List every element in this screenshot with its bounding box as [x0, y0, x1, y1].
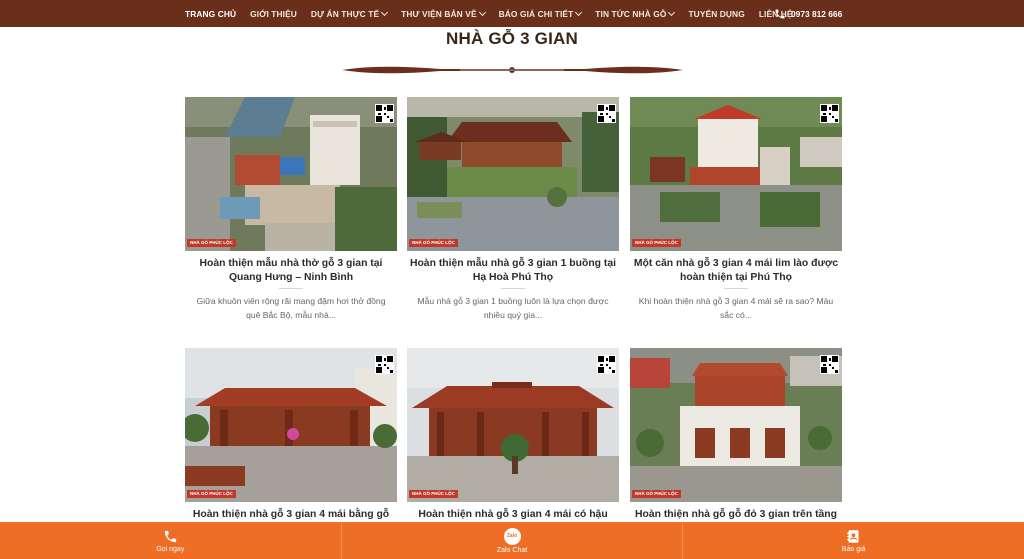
price-quote-button[interactable]: Báo giá	[683, 522, 1024, 559]
watermark-logo: NHÀ GỖ PHÚC LỘC	[187, 239, 236, 247]
phone-number: 0973 812 666	[791, 8, 843, 19]
zalo-icon: Zalo	[503, 527, 521, 545]
qr-code-icon	[597, 355, 616, 374]
nav-item-price-quote[interactable]: BÁO GIÁ CHI TIẾT	[492, 8, 589, 19]
watermark-logo: NHÀ GỖ PHÚC LỘC	[409, 239, 458, 247]
qr-code-icon	[375, 104, 394, 123]
project-title[interactable]: Một căn nhà gỗ 3 gian 4 mái lim lào được…	[630, 257, 842, 284]
project-title[interactable]: Hoàn thiện nhà gỗ 3 gian 4 mái có hậu	[407, 508, 619, 522]
nav-item-about[interactable]: GIỚI THIỆU	[243, 9, 304, 19]
contact-book-icon	[847, 529, 859, 543]
watermark-logo: NHÀ GỖ PHÚC LỘC	[187, 490, 236, 498]
project-thumbnail[interactable]: NHÀ GỖ PHÚC LỘC	[630, 97, 842, 251]
project-title[interactable]: Hoàn thiện nhà gỗ gỗ đỏ 3 gian trên tầng	[630, 508, 842, 522]
price-quote-label: Báo giá	[841, 545, 866, 553]
project-title[interactable]: Hoàn thiện nhà gỗ 3 gian 4 mái bằng gỗ	[185, 508, 397, 522]
project-title[interactable]: Hoàn thiện mẫu nhà thờ gỗ 3 gian tại Qua…	[185, 257, 397, 284]
nav-item-label: DỰ ÁN THỰC TẾ	[310, 8, 380, 19]
chevron-down-icon	[668, 8, 676, 16]
nav-item-label: THƯ VIỆN BẢN VẼ	[401, 8, 477, 19]
phone-link[interactable]: 0973 812 666	[774, 0, 842, 27]
nav-item-label: TUYỂN DỤNG	[688, 8, 745, 19]
card-divider	[501, 288, 525, 289]
project-thumbnail[interactable]: NHÀ GỖ PHÚC LỘC	[630, 348, 842, 502]
nav-item-drawing-library[interactable]: THƯ VIỆN BẢN VẼ	[394, 8, 491, 19]
chevron-down-icon	[478, 8, 486, 16]
top-navigation-bar: TRANG CHỦ GIỚI THIỆU DỰ ÁN THỰC TẾ THƯ V…	[0, 0, 1024, 27]
bottom-contact-bar: Gọi ngay Zalo Zalo Chat Báo giá	[0, 522, 1024, 559]
project-excerpt: Giữa khuôn viên rộng rãi mang đậm hơi th…	[196, 296, 386, 320]
project-thumbnail[interactable]: NHÀ GỖ PHÚC LỘC	[185, 97, 397, 251]
call-now-label: Gọi ngay	[156, 545, 185, 553]
project-thumbnail[interactable]: NHÀ GỖ PHÚC LỘC	[407, 348, 619, 502]
main-menu: TRANG CHỦ GIỚI THIỆU DỰ ÁN THỰC TẾ THƯ V…	[178, 0, 800, 27]
qr-code-icon	[375, 355, 394, 374]
zalo-chat-button[interactable]: Zalo Zalo Chat	[342, 522, 684, 559]
chevron-down-icon	[381, 8, 389, 16]
nav-item-label: TRANG CHỦ	[185, 8, 237, 19]
chevron-down-icon	[575, 8, 583, 16]
nav-item-label: BÁO GIÁ CHI TIẾT	[498, 8, 574, 19]
nav-item-careers[interactable]: TUYỂN DỤNG	[681, 9, 751, 19]
qr-code-icon	[820, 355, 839, 374]
card-divider	[724, 288, 748, 289]
qr-code-icon	[597, 104, 616, 123]
watermark-logo: NHÀ GỖ PHÚC LỘC	[632, 490, 681, 498]
card-divider	[279, 288, 303, 289]
project-title[interactable]: Hoàn thiện mẫu nhà gỗ 3 gian 1 buồng tại…	[407, 257, 619, 284]
watermark-logo: NHÀ GỖ PHÚC LỘC	[409, 490, 458, 498]
project-excerpt: Khi hoàn thiện nhà gỗ 3 gian 4 mái sẽ ra…	[638, 296, 834, 320]
nav-item-label: TIN TỨC NHÀ GỖ	[595, 8, 667, 19]
phone-icon	[775, 9, 785, 18]
project-excerpt: Mẫu nhà gỗ 3 gian 1 buồng luôn là lựa ch…	[417, 296, 609, 320]
qr-code-icon	[820, 104, 839, 123]
phone-icon	[164, 530, 176, 542]
section-title: NHÀ GỖ 3 GIAN	[445, 29, 578, 48]
nav-item-home[interactable]: TRANG CHỦ	[178, 9, 243, 19]
project-thumbnail[interactable]: NHÀ GỖ PHÚC LỘC	[185, 348, 397, 502]
nav-item-projects[interactable]: DỰ ÁN THỰC TẾ	[304, 8, 394, 19]
nav-item-label: GIỚI THIỆU	[250, 8, 297, 19]
watermark-logo: NHÀ GỖ PHÚC LỘC	[632, 239, 681, 247]
zalo-chat-label: Zalo Chat	[496, 546, 528, 554]
project-thumbnail[interactable]: NHÀ GỖ PHÚC LỘC	[407, 97, 619, 251]
call-now-button[interactable]: Gọi ngay	[0, 522, 342, 559]
nav-item-news[interactable]: TIN TỨC NHÀ GỖ	[588, 8, 681, 19]
ornament-divider	[342, 66, 683, 74]
